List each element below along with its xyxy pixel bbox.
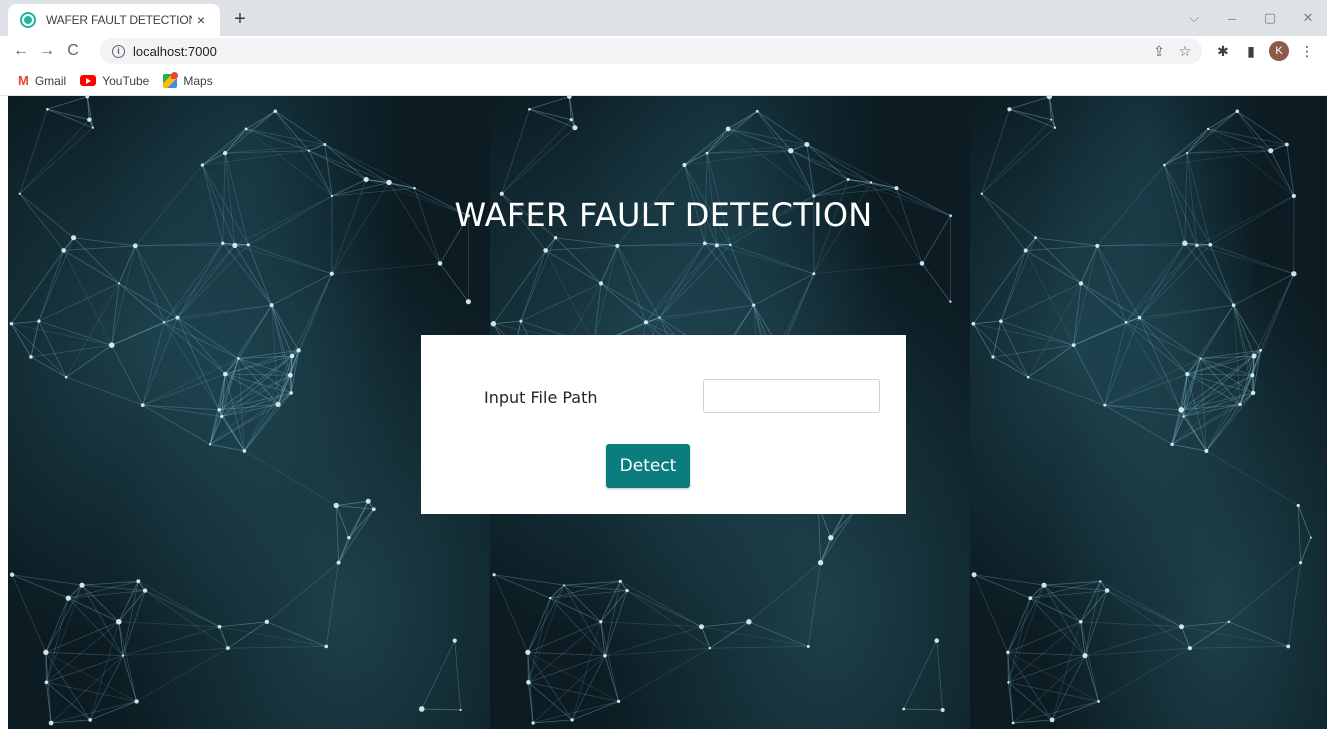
address-bar[interactable]: i localhost:7000 ⇪ ☆ [100, 38, 1202, 64]
youtube-icon [80, 75, 97, 86]
input-file-path-label: Input File Path [484, 388, 598, 407]
bookmark-star-icon[interactable]: ☆ [1172, 38, 1198, 64]
minimize-button[interactable]: – [1213, 3, 1251, 33]
address-url[interactable]: localhost:7000 [133, 44, 217, 59]
restore-button[interactable]: ▢ [1251, 3, 1289, 33]
detect-button[interactable]: Detect [606, 444, 690, 488]
tab-wafer-fault-detection[interactable]: WAFER FAULT DETECTION × [8, 4, 220, 36]
app-favicon-icon [20, 12, 36, 28]
form-card: Input File Path Detect [421, 335, 906, 514]
omnibox-actions: ⇪ ☆ [1146, 38, 1198, 64]
menu-dots-icon[interactable]: ⋮ [1293, 37, 1321, 65]
bookmarks-bar: M Gmail YouTube Maps [0, 66, 1327, 96]
maps-icon [163, 71, 179, 88]
bookmark-label: Gmail [34, 73, 67, 88]
window-controls: ⌵ – ▢ ✕ [1175, 0, 1327, 36]
avatar: K [1269, 41, 1289, 61]
side-panel-icon[interactable]: ▮ [1237, 37, 1265, 65]
bookmark-maps[interactable]: Maps [163, 71, 213, 88]
page-title: WAFER FAULT DETECTION [454, 196, 873, 234]
toolbar-actions: ✱ ▮ K ⋮ [1209, 36, 1321, 66]
bookmark-label: YouTube [102, 73, 150, 88]
browser-window: WAFER FAULT DETECTION × + ⌵ – ▢ ✕ ← → C … [0, 0, 1327, 729]
new-tab-button[interactable]: + [228, 7, 252, 31]
tab-close-icon[interactable]: × [192, 11, 210, 29]
forward-arrow-icon[interactable]: → [34, 38, 60, 64]
page-viewport: WAFER FAULT DETECTION Input File Path De… [0, 96, 1327, 729]
share-icon[interactable]: ⇪ [1146, 38, 1172, 64]
file-path-input[interactable] [703, 379, 880, 413]
site-info-icon[interactable]: i [112, 44, 125, 58]
reload-icon[interactable]: C [60, 38, 86, 64]
close-window-button[interactable]: ✕ [1289, 3, 1327, 33]
back-arrow-icon[interactable]: ← [8, 38, 34, 64]
tab-search-chevron-icon[interactable]: ⌵ [1175, 3, 1213, 33]
bookmark-label: Maps [183, 73, 213, 88]
gmail-icon: M [18, 73, 29, 88]
tab-strip: WAFER FAULT DETECTION × + ⌵ – ▢ ✕ [0, 0, 1327, 36]
browser-toolbar: ← → C i localhost:7000 ⇪ ☆ ✱ ▮ K ⋮ [0, 36, 1327, 66]
tab-title: WAFER FAULT DETECTION [46, 13, 192, 27]
extensions-puzzle-icon[interactable]: ✱ [1209, 37, 1237, 65]
profile-avatar-button[interactable]: K [1265, 37, 1293, 65]
bookmark-gmail[interactable]: M Gmail [18, 73, 66, 88]
bookmark-youtube[interactable]: YouTube [80, 74, 149, 88]
